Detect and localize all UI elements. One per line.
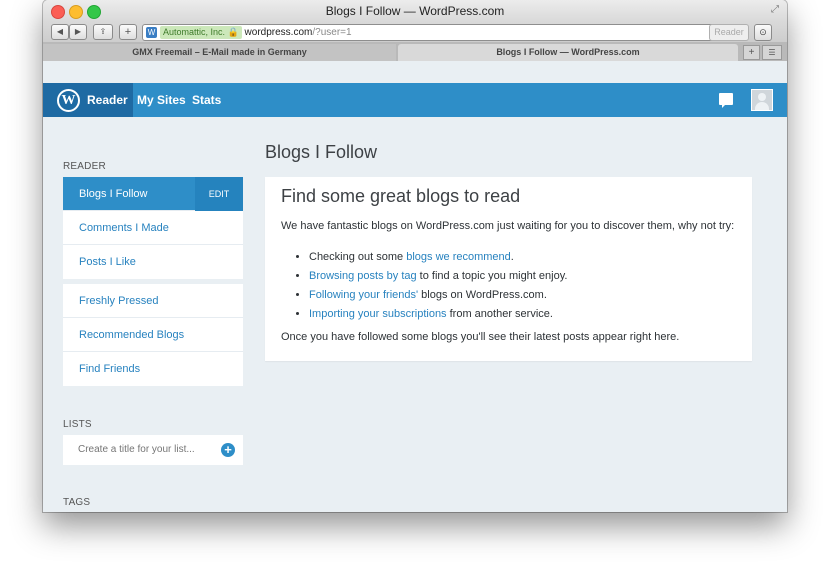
browsing-posts-by-tag-link[interactable]: Browsing posts by tag: [309, 270, 417, 282]
masterbar-reader[interactable]: Reader: [87, 93, 128, 107]
list-item: Checking out some blogs we recommend.: [309, 248, 567, 267]
reader-section-label: READER: [63, 161, 106, 172]
list-item: Browsing posts by tag to find a topic yo…: [309, 267, 567, 286]
list-title-input[interactable]: [78, 444, 218, 455]
edit-button[interactable]: EDIT: [195, 177, 243, 211]
sidebar-item-find-friends[interactable]: Find Friends: [63, 352, 243, 386]
reader-button[interactable]: Reader: [709, 24, 749, 41]
tab-bar: GMX Freemail – E-Mail made in Germany Bl…: [43, 42, 787, 61]
notifications-icon[interactable]: [719, 93, 733, 108]
reader-nav-group: Blogs I Follow EDIT Comments I Made Post…: [63, 177, 243, 279]
wordpress-masterbar: W Reader My Sites Stats: [43, 83, 787, 117]
following-your-friends-link[interactable]: Following your friends': [309, 289, 418, 301]
back-button[interactable]: ◀: [51, 24, 69, 40]
browser-toolbar: ◀ ▶ ⇪ + W Automattic, Inc. 🔒 wordpress.co…: [43, 22, 787, 42]
address-bar[interactable]: W Automattic, Inc. 🔒 wordpress.com/?user=…: [142, 24, 730, 41]
list-item: Following your friends' blogs on WordPre…: [309, 286, 567, 305]
tags-section-label: TAGS: [63, 497, 91, 508]
card-heading: Find some great blogs to read: [281, 186, 521, 206]
window-title: Blogs I Follow — WordPress.com: [325, 4, 505, 18]
sidebar-item-comments-i-made[interactable]: Comments I Made: [63, 211, 243, 245]
page-title: Blogs I Follow: [265, 142, 378, 162]
browser-window: Blogs I Follow — WordPress.com ⤢ ◀ ▶ ⇪ +…: [43, 0, 787, 512]
suggestion-list: Checking out some blogs we recommend. Br…: [281, 248, 567, 324]
tab-gmx[interactable]: GMX Freemail – E-Mail made in Germany: [43, 44, 396, 61]
new-tab-plus-button[interactable]: +: [119, 24, 137, 40]
lists-section-label: LISTS: [63, 419, 92, 430]
lock-icon: 🔒: [227, 26, 239, 37]
importing-subscriptions-link[interactable]: Importing your subscriptions: [309, 308, 447, 320]
masterbar-stats[interactable]: Stats: [192, 93, 221, 107]
forward-button[interactable]: ▶: [69, 24, 87, 40]
discover-nav-group: Freshly Pressed Recommended Blogs Find F…: [63, 284, 243, 386]
wordpress-favicon-icon: W: [146, 26, 157, 38]
sidebar-item-posts-i-like[interactable]: Posts I Like: [63, 245, 243, 279]
card-intro: We have fantastic blogs on WordPress.com…: [281, 220, 735, 232]
fullscreen-icon[interactable]: ⤢: [771, 4, 779, 15]
ev-cert-badge[interactable]: Automattic, Inc. 🔒: [160, 25, 242, 39]
sidebar-item-recommended-blogs[interactable]: Recommended Blogs: [63, 318, 243, 352]
tab-overview-icon[interactable]: ☰: [762, 45, 782, 60]
downloads-icon[interactable]: ⊙: [754, 24, 772, 41]
new-list-box: +: [63, 435, 243, 465]
card-outro: Once you have followed some blogs you'll…: [281, 331, 680, 343]
list-item: Importing your subscriptions from anothe…: [309, 305, 567, 324]
title-bar[interactable]: Blogs I Follow — WordPress.com ⤢: [43, 0, 787, 22]
url-path: /?user=1: [312, 27, 352, 38]
tab-blogs-i-follow[interactable]: Blogs I Follow — WordPress.com: [398, 44, 738, 61]
add-tab-button[interactable]: +: [743, 45, 760, 60]
share-button[interactable]: ⇪: [93, 24, 113, 40]
sidebar-item-freshly-pressed[interactable]: Freshly Pressed: [63, 284, 243, 318]
empty-state-card: Find some great blogs to read We have fa…: [265, 177, 752, 361]
masterbar-my-sites[interactable]: My Sites: [137, 93, 186, 107]
avatar[interactable]: [751, 89, 773, 111]
sidebar-item-blogs-i-follow[interactable]: Blogs I Follow EDIT: [63, 177, 243, 211]
wordpress-logo-icon[interactable]: W: [57, 89, 80, 112]
url-domain: wordpress.com: [244, 27, 313, 38]
add-list-plus-icon[interactable]: +: [221, 443, 235, 457]
blogs-we-recommend-link[interactable]: blogs we recommend: [406, 251, 511, 263]
